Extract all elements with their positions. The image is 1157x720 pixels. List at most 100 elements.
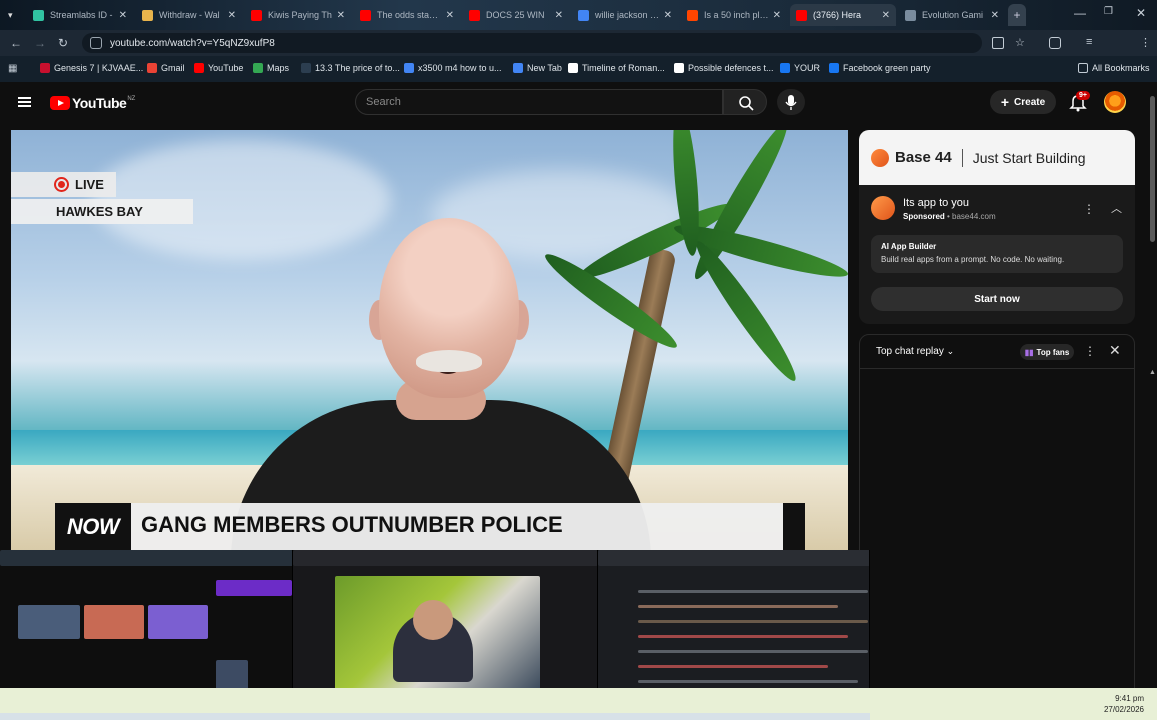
menu-icon[interactable] — [18, 97, 31, 107]
tab-title: Evolution Gami — [922, 10, 984, 20]
tab-close-icon[interactable]: ✕ — [228, 10, 236, 21]
url-text: youtube.com/watch?v=Y5qNZ9xufP8 — [110, 37, 275, 49]
tab-close-icon[interactable]: ✕ — [991, 10, 999, 21]
forward-button[interactable]: → — [34, 36, 46, 50]
tab-title: Withdraw - Wal — [159, 10, 220, 20]
close-window-button[interactable]: ✕ — [1136, 6, 1146, 20]
tab-close-icon[interactable]: ✕ — [446, 10, 454, 21]
tab-close-icon[interactable]: ✕ — [337, 10, 345, 21]
bookmark-favicon-icon — [674, 63, 684, 73]
bookmark-star-icon[interactable]: ☆ — [1015, 36, 1025, 49]
live-indicator-icon — [54, 177, 69, 192]
bookmark-item[interactable]: Facebook green party — [829, 63, 931, 73]
browser-tab[interactable]: Kiwis Paying Th ✕ — [245, 4, 351, 26]
bookmark-item[interactable]: Genesis 7 | KJVAAE... — [40, 63, 143, 73]
scrollbar-thumb[interactable] — [1150, 96, 1155, 242]
news-headline: GANG MEMBERS OUTNUMBER POLICE — [141, 512, 563, 537]
bookmark-item[interactable]: Timeline of Roman... — [568, 63, 665, 73]
reload-button[interactable]: ↻ — [58, 36, 68, 50]
ad-more-options-icon[interactable]: ⋮ — [1083, 202, 1095, 216]
tab-title: Streamlabs ID - — [50, 10, 113, 20]
user-avatar[interactable] — [1104, 91, 1126, 113]
install-app-icon[interactable] — [992, 37, 1004, 49]
all-bookmarks-folder[interactable]: All Bookmarks — [1078, 63, 1150, 73]
advertiser-avatar — [871, 196, 895, 220]
browser-tab[interactable]: Evolution Gami ✕ — [899, 4, 1005, 26]
ad-cta-button[interactable]: Start now — [871, 287, 1123, 311]
bookmark-favicon-icon — [568, 63, 578, 73]
restore-button[interactable]: ❐ — [1104, 6, 1113, 17]
bookmark-item[interactable]: Possible defences t... — [674, 63, 774, 73]
youtube-play-icon — [50, 96, 70, 110]
bookmark-favicon-icon — [40, 63, 50, 73]
browser-tab-strip: ▾ Streamlabs ID - ✕ Withdraw - Wal ✕ Kiwis P… — [0, 0, 1157, 30]
bookmark-favicon-icon — [253, 63, 263, 73]
video-player[interactable]: LIVE HAWKES BAY NOW GANG MEMBERS OUTNUMB… — [11, 130, 848, 550]
browser-tab[interactable]: The odds stacke ✕ — [354, 4, 460, 26]
bookmark-favicon-icon — [780, 63, 790, 73]
voice-search-button[interactable] — [777, 89, 805, 115]
browser-tab[interactable]: (3766) Hera ✕ — [790, 4, 896, 26]
chat-more-options-icon[interactable]: ⋮ — [1084, 344, 1096, 358]
tab-favicon-icon — [578, 9, 589, 21]
bookmark-item[interactable]: Maps — [253, 63, 289, 73]
search-button[interactable] — [723, 89, 767, 115]
ad-description-heading: AI App Builder — [881, 242, 937, 251]
ad-sponsored-line: Sponsored • base44.com — [903, 212, 996, 221]
tab-close-icon[interactable]: ✕ — [882, 10, 890, 21]
plus-icon: + — [1000, 94, 1010, 110]
bookmark-favicon-icon — [404, 63, 414, 73]
ad-title: Its app to you — [903, 197, 970, 209]
ad-tagline: Just Start Building — [972, 149, 1086, 166]
bookmark-item[interactable]: YOUR — [780, 63, 820, 73]
browser-menu-icon[interactable]: ⋮ — [1140, 36, 1151, 49]
bookmarks-bar: ▦ Genesis 7 | KJVAAE... Gmail YouTube Maps 1… — [0, 56, 1157, 82]
bookmark-item[interactable]: Gmail — [147, 63, 185, 73]
live-chat-panel: Top chat replay ⌄ ▮▮ Top fans ⋮ ✕ — [859, 334, 1135, 720]
browser-tab[interactable]: willie jackson ag ✕ — [572, 4, 678, 26]
browser-tab[interactable]: Streamlabs ID - ✕ — [27, 4, 133, 26]
ad-collapse-icon[interactable]: ︿ — [1111, 200, 1122, 216]
tab-close-icon[interactable]: ✕ — [119, 10, 127, 21]
tab-title: The odds stacke — [377, 10, 442, 20]
now-logo: NOW — [55, 503, 131, 550]
bookmark-item[interactable]: x3500 m4 how to u... — [404, 63, 502, 73]
live-label: LIVE — [75, 177, 104, 192]
sponsored-ad-card[interactable]: Base 44 Just Start Building Its app to y… — [859, 130, 1135, 324]
search-input[interactable]: Search — [355, 89, 723, 115]
address-bar[interactable]: youtube.com/watch?v=Y5qNZ9xufP8 — [82, 33, 982, 53]
apps-grid-icon[interactable]: ▦ — [8, 63, 17, 74]
tab-close-icon[interactable]: ✕ — [555, 10, 563, 21]
tab-favicon-icon — [251, 9, 262, 21]
youtube-logo[interactable]: YouTube NZ — [50, 95, 135, 111]
lower-third-cap — [783, 503, 805, 550]
browser-tab[interactable]: DOCS 25 WIN ✕ — [463, 4, 569, 26]
tab-title: (3766) Hera — [813, 10, 862, 20]
chevron-down-icon: ⌄ — [946, 346, 955, 356]
bookmark-favicon-icon — [301, 63, 311, 73]
extensions-icon[interactable] — [1049, 37, 1061, 49]
minimize-button[interactable]: — — [1074, 6, 1086, 20]
browser-tab[interactable]: Is a 50 inch plas ✕ — [681, 4, 787, 26]
tab-favicon-icon — [33, 9, 44, 21]
chat-scroll-up-icon[interactable]: ▲ — [1149, 369, 1156, 376]
browser-tab[interactable]: Withdraw - Wal ✕ — [136, 4, 242, 26]
site-info-icon[interactable] — [90, 37, 102, 49]
chat-mode-dropdown[interactable]: Top chat replay ⌄ — [876, 346, 954, 357]
chat-header: Top chat replay ⌄ ▮▮ Top fans ⋮ ✕ — [860, 335, 1134, 369]
new-tab-button[interactable]: + — [1008, 4, 1026, 26]
media-control-icon[interactable]: ≡ — [1086, 36, 1092, 48]
tab-close-icon[interactable]: ✕ — [664, 10, 672, 21]
tab-search-button[interactable]: ▾ — [4, 4, 24, 26]
back-button[interactable]: ← — [10, 36, 22, 50]
top-fans-button[interactable]: ▮▮ Top fans — [1020, 344, 1074, 360]
ad-banner[interactable]: Base 44 Just Start Building — [859, 130, 1135, 185]
system-clock[interactable]: 9:41 pm 27/02/2026 — [1100, 693, 1144, 715]
bookmark-item[interactable]: New Tab — [513, 63, 562, 73]
microphone-icon — [785, 95, 797, 110]
create-button[interactable]: + Create — [990, 90, 1056, 114]
chat-close-icon[interactable]: ✕ — [1109, 342, 1121, 359]
bookmark-item[interactable]: YouTube — [194, 63, 243, 73]
bookmark-item[interactable]: 13.3 The price of to... — [301, 63, 400, 73]
tab-close-icon[interactable]: ✕ — [773, 10, 781, 21]
